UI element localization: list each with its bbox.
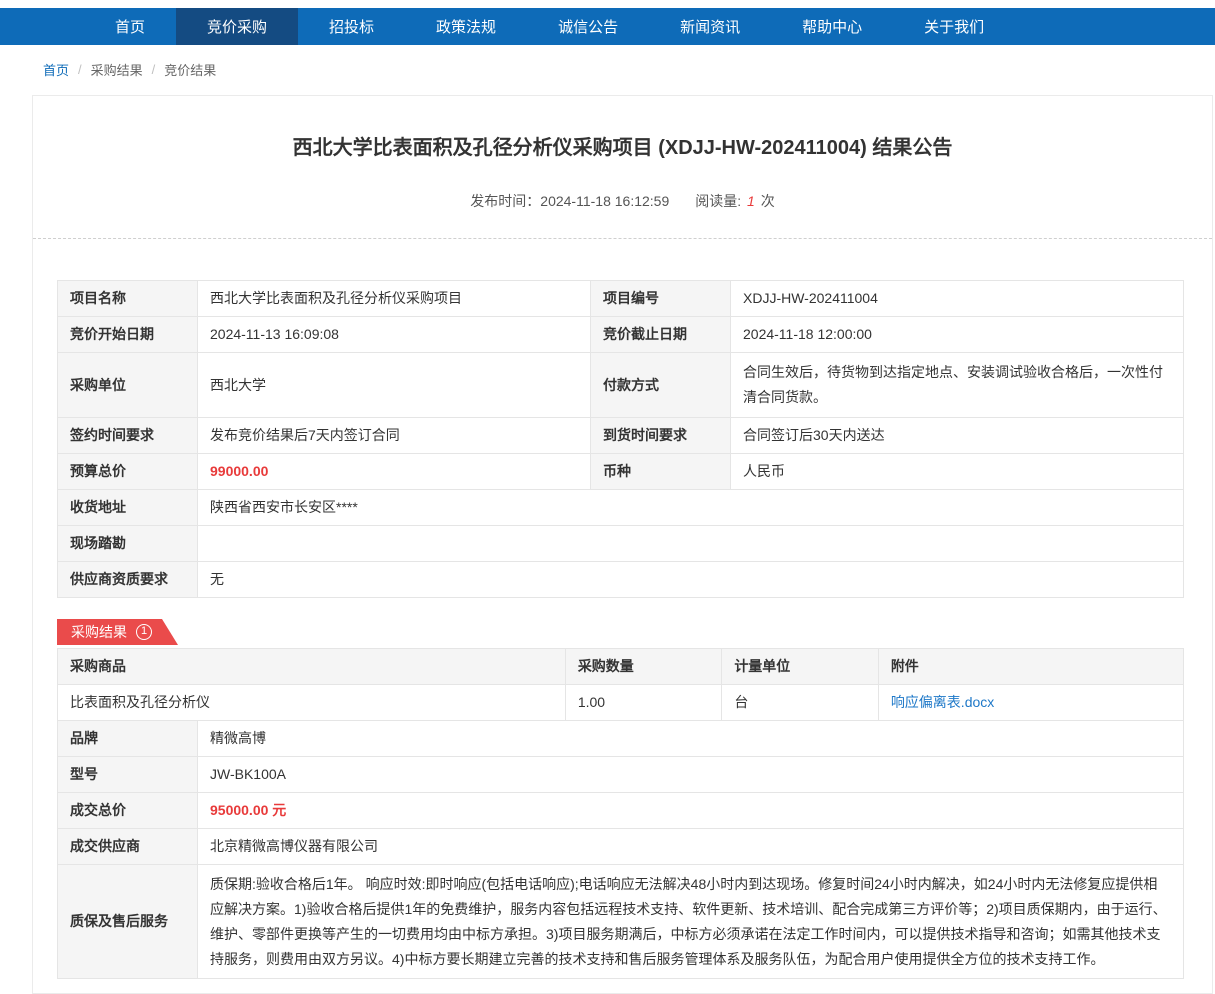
product-quantity: 1.00	[565, 684, 722, 720]
breadcrumb-bidding-results: 竞价结果	[164, 60, 216, 79]
breadcrumb-separator: /	[78, 62, 82, 77]
info-value: 发布竞价结果后7天内签订合同	[198, 417, 591, 453]
budget-total-price: 99000.00	[198, 453, 591, 489]
table-row: 比表面积及孔径分析仪 1.00 台 响应偏离表.docx	[58, 684, 1184, 720]
table-row: 预算总价 99000.00 币种 人民币	[58, 453, 1184, 489]
breadcrumb: 首页 / 采购结果 / 竞价结果	[0, 45, 1215, 90]
info-value	[198, 525, 1184, 561]
column-header-unit: 计量单位	[722, 648, 879, 684]
views-unit: 次	[761, 193, 775, 209]
warranty-service-value: 质保期:验收合格后1年。 响应时效:即时响应(包括电话响应);电话响应无法解决4…	[198, 864, 1184, 979]
column-header-attachment: 附件	[878, 648, 1183, 684]
purchase-result-badge-count: 1	[136, 624, 152, 640]
detail-label: 型号	[58, 756, 198, 792]
column-header-product: 采购商品	[58, 648, 566, 684]
info-value: 无	[198, 561, 1184, 597]
info-label: 竞价开始日期	[58, 317, 198, 353]
deal-detail-table: 品牌 精微高博 型号 JW-BK100A 成交总价 95000.00 元 成交供…	[57, 720, 1184, 980]
info-value: 陕西省西安市长安区****	[198, 489, 1184, 525]
detail-label: 品牌	[58, 720, 198, 756]
detail-label: 成交供应商	[58, 828, 198, 864]
nav-item-about-us[interactable]: 关于我们	[893, 8, 1015, 45]
table-row: 竞价开始日期 2024-11-13 16:09:08 竞价截止日期 2024-1…	[58, 317, 1184, 353]
nav-item-news[interactable]: 新闻资讯	[649, 8, 771, 45]
nav-item-integrity-notice[interactable]: 诚信公告	[527, 8, 649, 45]
table-row: 采购单位 西北大学 付款方式 合同生效后，待货物到达指定地点、安装调试验收合格后…	[58, 353, 1184, 418]
column-header-quantity: 采购数量	[565, 648, 722, 684]
breadcrumb-purchase-results-link[interactable]: 采购结果	[91, 60, 143, 79]
table-row: 签约时间要求 发布竞价结果后7天内签订合同 到货时间要求 合同签订后30天内送达	[58, 417, 1184, 453]
breadcrumb-home-link[interactable]: 首页	[43, 60, 69, 79]
publish-time-label: 发布时间：	[470, 193, 540, 209]
info-label: 收货地址	[58, 489, 198, 525]
table-row: 品牌 精微高博	[58, 720, 1184, 756]
info-value: 合同签订后30天内送达	[731, 417, 1184, 453]
content-area: 项目名称 西北大学比表面积及孔径分析仪采购项目 项目编号 XDJJ-HW-202…	[33, 239, 1212, 993]
table-row: 现场踏勘	[58, 525, 1184, 561]
table-row: 项目名称 西北大学比表面积及孔径分析仪采购项目 项目编号 XDJJ-HW-202…	[58, 281, 1184, 317]
info-label: 竞价截止日期	[591, 317, 731, 353]
info-value: 2024-11-13 16:09:08	[198, 317, 591, 353]
info-value: 西北大学	[198, 353, 591, 418]
publish-time-value: 2024-11-18 16:12:59	[540, 193, 669, 209]
info-value: 人民币	[731, 453, 1184, 489]
project-info-table: 项目名称 西北大学比表面积及孔径分析仪采购项目 项目编号 XDJJ-HW-202…	[57, 280, 1184, 598]
info-label: 项目编号	[591, 281, 731, 317]
views-count: 1	[745, 193, 757, 209]
purchase-result-badge: 采购结果 1	[57, 619, 162, 645]
info-label: 付款方式	[591, 353, 731, 418]
info-label: 供应商资质要求	[58, 561, 198, 597]
table-row: 成交总价 95000.00 元	[58, 792, 1184, 828]
info-label: 采购单位	[58, 353, 198, 418]
info-label: 项目名称	[58, 281, 198, 317]
breadcrumb-separator: /	[152, 62, 156, 77]
info-value: 2024-11-18 12:00:00	[731, 317, 1184, 353]
info-value: 合同生效后，待货物到达指定地点、安装调试验收合格后，一次性付清合同货款。	[731, 353, 1184, 418]
table-row: 质保及售后服务 质保期:验收合格后1年。 响应时效:即时响应(包括电话响应);电…	[58, 864, 1184, 979]
announcement-card: 西北大学比表面积及孔径分析仪采购项目 (XDJJ-HW-202411004) 结…	[32, 95, 1213, 994]
info-label: 到货时间要求	[591, 417, 731, 453]
winning-supplier-value: 北京精微高博仪器有限公司	[198, 828, 1184, 864]
product-unit: 台	[722, 684, 879, 720]
product-table: 采购商品 采购数量 计量单位 附件 比表面积及孔径分析仪 1.00 台 响应偏离…	[57, 648, 1184, 721]
info-label: 现场踏勘	[58, 525, 198, 561]
brand-value: 精微高博	[198, 720, 1184, 756]
main-nav: 首页 竞价采购 招投标 政策法规 诚信公告 新闻资讯 帮助中心 关于我们	[0, 8, 1215, 45]
purchase-result-badge-label: 采购结果	[71, 622, 127, 642]
nav-item-tender[interactable]: 招投标	[298, 8, 405, 45]
nav-item-bidding-purchase[interactable]: 竞价采购	[176, 8, 298, 45]
nav-item-policy[interactable]: 政策法规	[405, 8, 527, 45]
top-white-strip	[0, 0, 1215, 8]
deal-total-price: 95000.00 元	[198, 792, 1184, 828]
info-label: 预算总价	[58, 453, 198, 489]
table-row: 供应商资质要求 无	[58, 561, 1184, 597]
article-meta: 发布时间：2024-11-18 16:12:59 阅读量: 1 次	[33, 191, 1212, 211]
table-row: 型号 JW-BK100A	[58, 756, 1184, 792]
nav-item-help-center[interactable]: 帮助中心	[771, 8, 893, 45]
info-label: 签约时间要求	[58, 417, 198, 453]
table-header-row: 采购商品 采购数量 计量单位 附件	[58, 648, 1184, 684]
page-title: 西北大学比表面积及孔径分析仪采购项目 (XDJJ-HW-202411004) 结…	[33, 131, 1212, 160]
attachment-link[interactable]: 响应偏离表.docx	[891, 694, 994, 710]
result-badge-row: 采购结果 1	[57, 619, 1184, 645]
detail-label: 成交总价	[58, 792, 198, 828]
views-label: 阅读量:	[695, 193, 741, 209]
info-value: 西北大学比表面积及孔径分析仪采购项目	[198, 281, 591, 317]
info-value: XDJJ-HW-202411004	[731, 281, 1184, 317]
table-row: 成交供应商 北京精微高博仪器有限公司	[58, 828, 1184, 864]
info-label: 币种	[591, 453, 731, 489]
table-row: 收货地址 陕西省西安市长安区****	[58, 489, 1184, 525]
nav-item-home[interactable]: 首页	[84, 8, 176, 45]
detail-label: 质保及售后服务	[58, 864, 198, 979]
product-name: 比表面积及孔径分析仪	[58, 684, 566, 720]
model-value: JW-BK100A	[198, 756, 1184, 792]
